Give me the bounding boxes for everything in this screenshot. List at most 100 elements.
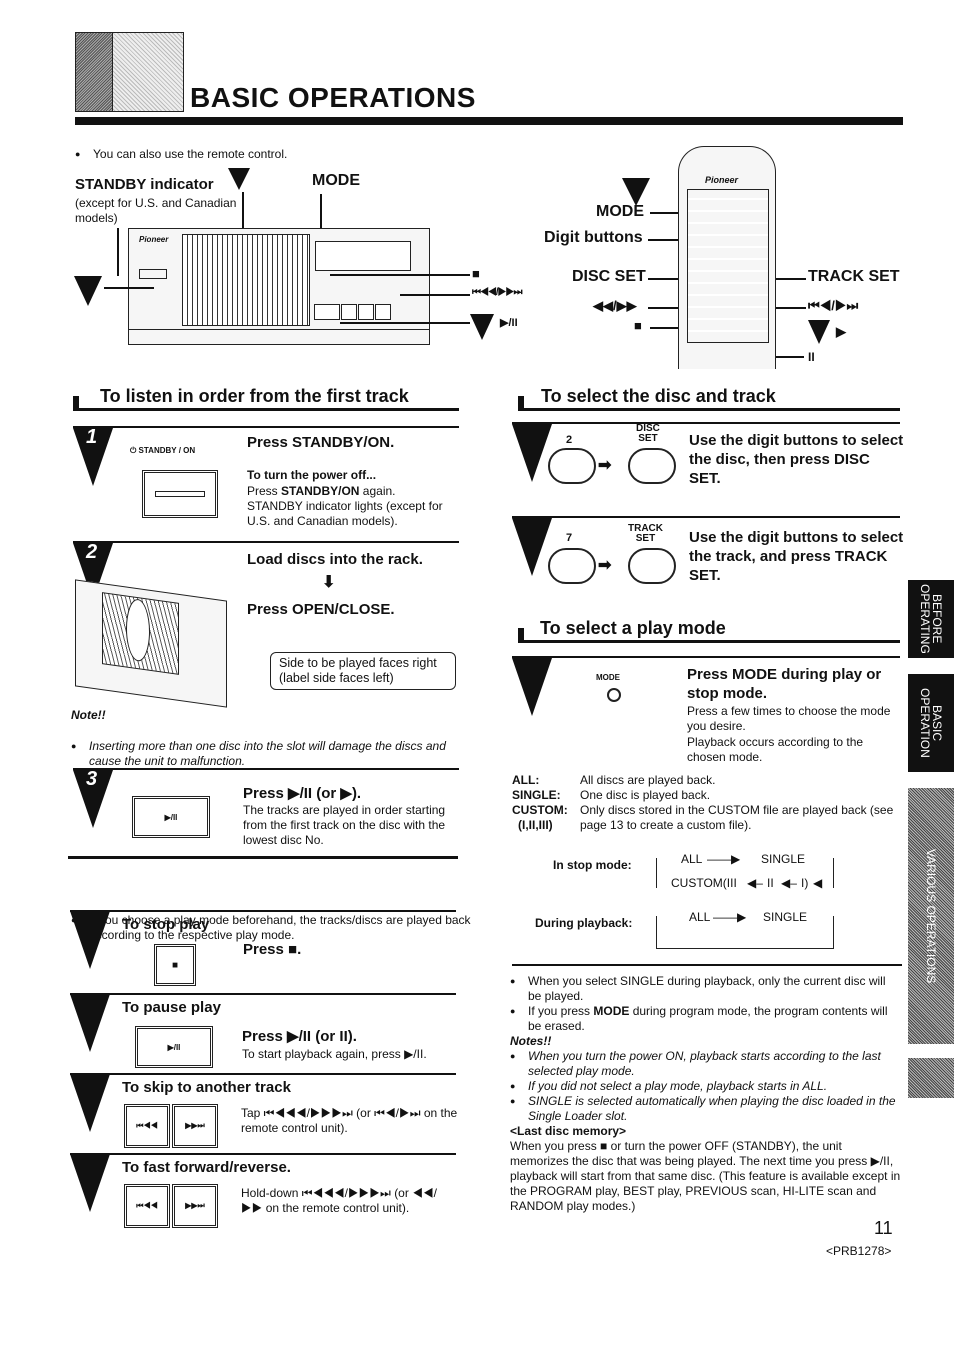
remote-pause-label: II	[808, 350, 815, 364]
mode-heading: Press MODE during play or stop mode.	[687, 666, 882, 702]
down-arrow-icon: ⬇	[322, 574, 336, 591]
step2-heading1: Load discs into the rack.	[247, 551, 423, 568]
remote-digit-label: Digit buttons	[544, 229, 643, 246]
side-tab-before-operating[interactable]: BEFORE OPERATING	[908, 580, 954, 658]
remote-track-set-label: TRACK SET	[808, 268, 900, 285]
mode-button-caption: MODE	[596, 673, 620, 682]
track-triangle	[512, 518, 552, 576]
step3-heading: Press ▶/II (or ▶).	[243, 785, 362, 802]
skip-callout: ⏮◀◀/▶▶⏭	[472, 287, 522, 298]
header-decoration	[75, 32, 184, 112]
remote-stop-label: ■	[634, 318, 642, 333]
standby-button	[139, 269, 167, 279]
section-title-mode: To select a play mode	[540, 618, 726, 638]
ff-title: To fast forward/reverse.	[122, 1159, 291, 1176]
play-pause-button-illustration: ▶/II	[132, 796, 210, 838]
mode-text1: Press a few times to choose the mode you…	[687, 704, 891, 733]
track-set-button-icon	[628, 548, 676, 584]
ff-button-illustration: ▶▶⏭	[172, 1184, 218, 1228]
remote-step3-badge	[808, 320, 830, 344]
side-tab-basic-operation[interactable]: BASIC OPERATION	[908, 674, 954, 772]
remote-skip-label: ⏮◀/▶⏭	[808, 298, 859, 313]
page-number: 11	[874, 1218, 893, 1238]
stop-triangle	[70, 911, 110, 969]
pause-button-illustration: ▶/II	[135, 1026, 213, 1068]
side-tab-various-operations[interactable]: VARIOUS OPERATIONS	[908, 788, 954, 1044]
remote-mode-label: MODE	[596, 203, 644, 220]
pause-triangle	[70, 994, 110, 1052]
step1-line1: Press STANDBY/ON again.	[247, 484, 396, 498]
section-title-listen: To listen in order from the first track	[100, 386, 409, 406]
note-title: Note!!	[71, 708, 106, 722]
play-pause-callout: ▶/II	[500, 317, 518, 329]
mode-triangle	[512, 658, 552, 716]
stop-text: Press ■.	[243, 941, 302, 958]
stop-title: To stop play	[122, 916, 210, 933]
digit-button-icon	[548, 448, 596, 484]
remote-disc-set-label: DISC SET	[572, 268, 646, 285]
standby-button-illustration	[142, 470, 218, 518]
skip-back-button	[358, 304, 374, 320]
cd-changer-illustration: Pioneer	[128, 228, 430, 345]
notes-title: Notes!!	[510, 1034, 552, 1048]
track-set-label: TRACK SET	[628, 523, 663, 544]
disc-rack	[182, 234, 310, 326]
step3-badge	[470, 314, 494, 340]
stop-callout: ■	[472, 266, 480, 281]
playback-label: During playback:	[535, 916, 633, 930]
ff-triangle	[70, 1154, 110, 1212]
pause-text: Press ▶/II (or II).	[242, 1028, 357, 1045]
skip-triangle	[70, 1074, 110, 1132]
pause-title: To pause play	[122, 999, 221, 1016]
stop-mode-label: In stop mode:	[553, 858, 632, 872]
step1-subheading: To turn the power off...	[247, 468, 377, 482]
pause-sub: To start playback again, press ▶/II.	[242, 1047, 427, 1061]
remote-control-illustration: Pioneer	[678, 146, 776, 369]
disc-set-button-icon	[628, 448, 676, 484]
document-code: <PRB1278>	[826, 1244, 892, 1258]
remote-step1-badge	[622, 178, 650, 206]
disc-triangle	[512, 424, 552, 482]
step1-heading: Press STANDBY/ON.	[247, 434, 395, 451]
mode-label: MODE	[312, 172, 360, 189]
arrow-right-icon: ➡	[598, 457, 612, 474]
page-title: BASIC OPERATIONS	[190, 82, 476, 113]
playback-flow: ALL ——▶ SINGLE	[656, 910, 834, 949]
mode-text2: Playback occurs according to the chosen …	[687, 735, 864, 764]
standby-note: (except for U.S. and Canadian models)	[75, 196, 237, 225]
digit-button-icon-2	[548, 548, 596, 584]
mode-bullets: When you select SINGLE during playback, …	[510, 974, 902, 1214]
remote-play-label: ▶	[836, 324, 846, 339]
standby-button-caption: ⏻ STANDBY / ON	[130, 446, 196, 455]
last-disc-memory-text: When you press ■ or turn the power OFF (…	[510, 1139, 901, 1213]
step1-badge	[74, 276, 102, 306]
stop-mode-flow: ALL ——▶ SINGLE CUSTOM(III ◀– II ◀– I) ◀	[656, 852, 834, 890]
skip-back-button-illustration: ⏮◀◀	[124, 1104, 170, 1148]
arrow-right-icon-2: ➡	[598, 557, 612, 574]
play-button	[314, 304, 340, 320]
section-title-select: To select the disc and track	[541, 386, 776, 406]
step2-heading2: Press OPEN/CLOSE.	[247, 601, 395, 618]
stop-button-illustration: ■	[154, 944, 196, 986]
disc-select-text: Use the digit buttons to select the disc…	[689, 432, 904, 487]
remote-button-grid	[687, 189, 769, 343]
mode-button-icon	[607, 688, 621, 702]
step1-line2: STANDBY indicator lights (except for U.S…	[247, 499, 443, 528]
side-tab-other[interactable]	[908, 1058, 954, 1098]
digit-2-label: 2	[566, 434, 573, 446]
skip-text: Tap ⏮◀◀◀/▶▶▶⏭ (or ⏮◀/▶⏭ on the remote co…	[241, 1106, 458, 1135]
rew-button-illustration: ⏮◀◀	[124, 1184, 170, 1228]
disc-set-label: DISC SET	[636, 423, 660, 444]
track-select-text: Use the digit buttons to select the trac…	[689, 529, 904, 584]
step2-badge	[228, 168, 250, 190]
header-rule	[75, 117, 903, 125]
disc-orientation-callout: Side to be played faces right (label sid…	[270, 652, 456, 690]
disc-loading-illustration	[75, 579, 227, 708]
display-window	[315, 241, 411, 271]
intro-bullet: You can also use the remote control.	[75, 147, 954, 162]
last-disc-memory-title: <Last disc memory>	[510, 1124, 627, 1138]
ff-text: Hold-down ⏮◀◀◀/▶▶▶⏭ (or ◀◀/ ▶▶ on the re…	[241, 1186, 437, 1215]
stop-button	[341, 304, 357, 320]
mode-definitions: ALL: All discs are played back. SINGLE: On…	[512, 773, 894, 832]
skip-title: To skip to another track	[122, 1079, 291, 1096]
